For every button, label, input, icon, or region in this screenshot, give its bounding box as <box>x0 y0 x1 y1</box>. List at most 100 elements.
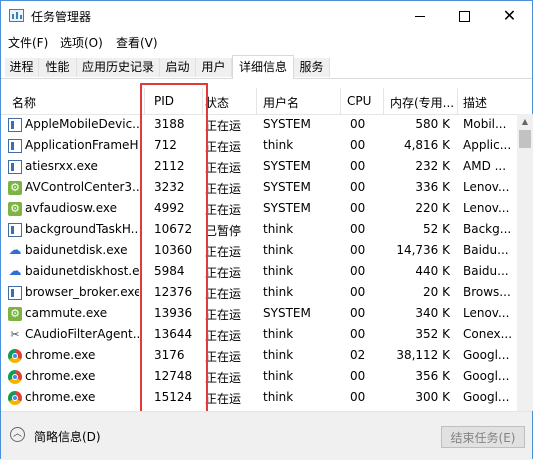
tab-services[interactable]: 服务 <box>294 58 330 77</box>
process-user: think <box>263 348 294 362</box>
process-user: think <box>263 390 294 404</box>
process-status: 正在运 <box>205 119 242 133</box>
process-description: Mobil... <box>463 117 507 131</box>
column-header-memory[interactable]: 内存(专用... <box>390 94 454 111</box>
title-bar[interactable]: 任务管理器 ✕ <box>1 1 532 32</box>
process-memory: 352 K <box>415 327 450 341</box>
close-button[interactable]: ✕ <box>487 1 532 31</box>
table-row[interactable]: ⚙ AVControlCenter3... 3232 正在运 SYSTEM 00 336 K… <box>1 177 517 198</box>
process-cpu: 00 <box>350 159 366 173</box>
table-row[interactable]: ☁ baidunetdiskhost.e... 5984 正在运 think 00 440 … <box>1 261 517 282</box>
tab-details[interactable]: 详细信息 <box>232 55 294 79</box>
gear-icon: ⚙ <box>8 202 22 216</box>
column-header-user[interactable]: 用户名 <box>263 94 299 111</box>
process-status: 正在运 <box>205 308 242 322</box>
column-header-name[interactable]: 名称 <box>12 94 36 111</box>
column-header-status[interactable]: 状态 <box>205 94 229 111</box>
pid-column-highlight <box>140 83 208 418</box>
menu-file[interactable]: 文件(F) <box>8 34 48 51</box>
process-memory: 580 K <box>415 117 450 131</box>
column-divider[interactable] <box>457 88 458 114</box>
process-memory: 356 K <box>415 369 450 383</box>
process-name: avfaudiosw.exe <box>25 201 117 215</box>
chrome-icon <box>8 370 22 384</box>
footer-bar: ︿ 简略信息(D) 结束任务(E) <box>1 411 532 460</box>
scroll-up-icon[interactable]: ▲ <box>517 114 533 130</box>
process-description: Googl... <box>463 348 510 362</box>
minimize-icon <box>414 15 425 17</box>
process-description: Baidu... <box>463 264 509 278</box>
tab-processes[interactable]: 进程 <box>5 58 39 77</box>
table-row[interactable]: ApplicationFrameH... 712 正在运 think 00 4,816 K… <box>1 135 517 156</box>
process-name: AppleMobileDevic... <box>25 117 139 131</box>
table-row[interactable]: browser_broker.exe 12376 正在运 think 00 20 K Bro… <box>1 282 517 303</box>
process-user: think <box>263 369 294 383</box>
table-header: 名称 PID 状态 用户名 CPU 内存(专用... 描述 <box>1 88 532 115</box>
process-cpu: 02 <box>350 348 366 362</box>
table-row[interactable]: ⚙ avfaudiosw.exe 4992 正在运 SYSTEM 00 220 K Lenov… <box>1 198 517 219</box>
vertical-scrollbar[interactable]: ▲ <box>517 114 533 411</box>
process-description: Baidu... <box>463 243 509 257</box>
tab-performance[interactable]: 性能 <box>39 58 77 77</box>
process-status: 正在运 <box>205 245 242 259</box>
process-user: SYSTEM <box>263 306 311 320</box>
process-name: baidunetdiskhost.e... <box>25 264 139 278</box>
process-cpu: 00 <box>350 285 366 299</box>
process-user: think <box>263 327 294 341</box>
process-user: SYSTEM <box>263 117 311 131</box>
chevron-up-icon[interactable]: ︿ <box>10 427 25 442</box>
end-task-button[interactable]: 结束任务(E) <box>441 426 525 448</box>
process-memory: 340 K <box>415 306 450 320</box>
cloud-icon: ☁ <box>8 243 22 258</box>
column-header-description[interactable]: 描述 <box>463 94 487 111</box>
tab-app-history[interactable]: 应用历史记录 <box>77 58 160 77</box>
process-name: AVControlCenter3... <box>25 180 139 194</box>
scroll-thumb[interactable] <box>519 130 531 148</box>
process-memory: 232 K <box>415 159 450 173</box>
process-memory: 440 K <box>415 264 450 278</box>
process-cpu: 00 <box>350 222 366 236</box>
table-row[interactable]: ⚙ cammute.exe 13936 正在运 SYSTEM 00 340 K Lenov..… <box>1 303 517 324</box>
process-memory: 300 K <box>415 390 450 404</box>
tab-users[interactable]: 用户 <box>196 58 232 77</box>
column-divider[interactable] <box>256 88 257 114</box>
process-name: CAudioFilterAgent... <box>25 327 139 341</box>
process-cpu: 00 <box>350 369 366 383</box>
fewer-details-link[interactable]: 简略信息(D) <box>34 428 101 445</box>
maximize-icon <box>459 10 470 22</box>
table-row[interactable]: chrome.exe 15124 正在运 think 00 300 K Googl... <box>1 387 517 408</box>
process-description: Lenov... <box>463 201 510 215</box>
process-name: cammute.exe <box>25 306 108 320</box>
process-name: chrome.exe <box>25 369 96 383</box>
process-user: SYSTEM <box>263 159 311 173</box>
column-divider[interactable] <box>340 88 341 114</box>
process-name: baidunetdisk.exe <box>25 243 128 257</box>
column-divider[interactable] <box>383 88 384 114</box>
cloud-icon: ☁ <box>8 264 22 279</box>
process-status: 正在运 <box>205 161 242 175</box>
process-cpu: 00 <box>350 327 366 341</box>
process-description: Lenov... <box>463 306 510 320</box>
table-row[interactable]: backgroundTaskH... 10672 已暂停 think 00 52 K Bac… <box>1 219 517 240</box>
process-status: 正在运 <box>205 350 242 364</box>
menu-view[interactable]: 查看(V) <box>116 34 158 51</box>
column-header-cpu[interactable]: CPU <box>347 94 371 108</box>
process-cpu: 00 <box>350 243 366 257</box>
process-user: SYSTEM <box>263 180 311 194</box>
process-status: 正在运 <box>205 287 242 301</box>
process-name: atiesrxx.exe <box>25 159 98 173</box>
table-row[interactable]: AppleMobileDevic... 3188 正在运 SYSTEM 00 580 KM… <box>1 114 517 135</box>
table-row[interactable]: ✂ CAudioFilterAgent... 13644 正在运 think 00 352 … <box>1 324 517 345</box>
process-description: Applic... <box>463 138 512 152</box>
table-row[interactable]: ☁ baidunetdisk.exe 10360 正在运 think 00 14,736 K… <box>1 240 517 261</box>
process-cpu: 00 <box>350 201 366 215</box>
tab-startup[interactable]: 启动 <box>160 58 196 77</box>
table-row[interactable]: chrome.exe 3176 正在运 think 02 38,112 K Googl... <box>1 345 517 366</box>
table-row[interactable]: atiesrxx.exe 2112 正在运 SYSTEM 00 232 K AMD ... <box>1 156 517 177</box>
table-row[interactable]: chrome.exe 12748 正在运 think 00 356 K Googl... <box>1 366 517 387</box>
minimize-button[interactable] <box>397 1 442 31</box>
process-status: 已暂停 <box>205 224 242 238</box>
menu-options[interactable]: 选项(O) <box>60 34 103 51</box>
process-status: 正在运 <box>205 266 242 280</box>
maximize-button[interactable] <box>442 1 487 31</box>
